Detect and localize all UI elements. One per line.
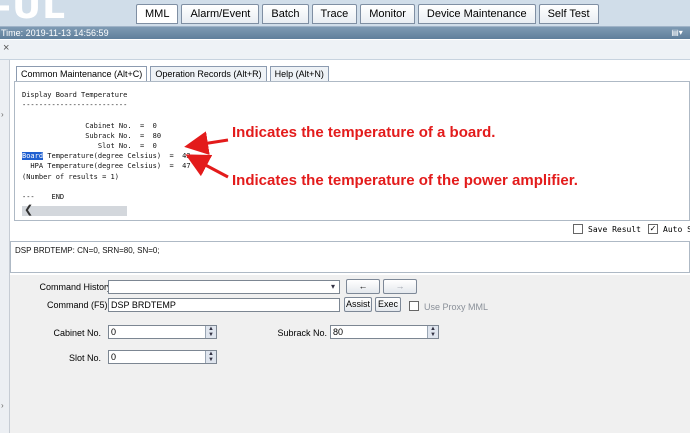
slot-label: Slot No. (68, 353, 101, 363)
spinner-icon[interactable]: ▲ ▼ (205, 326, 216, 338)
spinner-icon[interactable]: ▲ ▼ (427, 326, 438, 338)
tab-monitor[interactable]: Monitor (360, 4, 415, 24)
assist-button[interactable]: Assist (344, 297, 372, 312)
time-bar: Time: 2019-11-13 14:56:59 ▤▾ (0, 27, 690, 39)
sub-tabs: Common Maintenance (Alt+C) Operation Rec… (16, 66, 329, 81)
spinner-icon[interactable]: ▲ ▼ (205, 351, 216, 363)
command-label: Command (F5): (46, 300, 110, 310)
auto-scroll-label: Auto Sc (663, 225, 690, 234)
main-tabs: MML Alarm/Event Batch Trace Monitor Devi… (136, 4, 599, 26)
time-text: Time: 2019-11-13 14:56:59 (1, 28, 109, 38)
output-subrack: Subrack No. = 80 (22, 131, 162, 140)
tab-common-maintenance[interactable]: Common Maintenance (Alt+C) (16, 66, 148, 81)
print-icon[interactable]: ▤▾ (670, 28, 684, 38)
output-board-selected: Board (22, 152, 44, 161)
output-slot: Slot No. = 0 (22, 142, 157, 151)
board-annotation: Indicates the temperature of a board. (232, 124, 496, 141)
subrack-label: Subrack No. (277, 328, 327, 338)
command-input[interactable]: DSP BRDTEMP (108, 298, 340, 312)
arrow-left-icon[interactable]: ❮ (24, 204, 33, 216)
exec-button[interactable]: Exec (375, 297, 401, 312)
top-toolbar: -UL MML Alarm/Event Batch Trace Monitor … (0, 0, 690, 27)
tab-operation-records[interactable]: Operation Records (Alt+R) (150, 66, 267, 81)
output-hpa-temp: HPA Temperature(degree Celsius) = 47 (22, 162, 191, 171)
horizontal-scrollbar[interactable] (22, 206, 127, 216)
chevron-down-icon[interactable]: ▾ (327, 281, 339, 293)
cabinet-label: Cabinet No. (53, 328, 101, 338)
tab-device-maintenance[interactable]: Device Maintenance (417, 4, 536, 24)
close-icon[interactable]: × (3, 42, 9, 54)
tab-trace[interactable]: Trace (311, 4, 358, 24)
app-logo: -UL (0, 0, 67, 27)
left-collapse-bar[interactable]: › › (0, 60, 10, 433)
history-back-button[interactable]: ← (346, 279, 380, 294)
chevron-icon[interactable]: › (1, 401, 4, 410)
history-select[interactable]: ▾ (108, 280, 340, 294)
chevron-icon[interactable]: › (1, 110, 4, 119)
slot-input[interactable]: 0 ▲ ▼ (108, 350, 217, 364)
tab-help[interactable]: Help (Alt+N) (269, 66, 329, 81)
output-cabinet: Cabinet No. = 0 (22, 121, 157, 130)
output-count: (Number of results = 1) (22, 172, 119, 181)
command-echo[interactable]: DSP BRDTEMP: CN=0, SRN=80, SN=0; (10, 241, 690, 273)
command-form: Command History: ▾ ← → Command (F5): DSP… (10, 275, 690, 433)
window-strip: × (0, 40, 690, 60)
save-result-label: Save Result (588, 225, 641, 234)
output-end: --- END (22, 193, 65, 202)
output-board-temp: Temperature(degree Celsius) = 43 (43, 152, 191, 161)
cabinet-input[interactable]: 0 ▲ ▼ (108, 325, 217, 339)
command-echo-text: DSP BRDTEMP: CN=0, SRN=80, SN=0; (15, 246, 160, 255)
tab-self-test[interactable]: Self Test (538, 4, 599, 24)
tab-alarm-event[interactable]: Alarm/Event (181, 4, 260, 24)
output-underline: ------------------------- (22, 101, 128, 110)
arrow-right-icon: → (395, 281, 405, 291)
arrow-left-icon: ← (358, 281, 368, 291)
use-proxy-label: Use Proxy MML (424, 302, 489, 312)
history-forward-button[interactable]: → (383, 279, 417, 294)
output-options: Save Result ✓ Auto Sc (14, 221, 690, 239)
output-title: Display Board Temperature (22, 91, 128, 99)
tab-mml[interactable]: MML (136, 4, 179, 24)
use-proxy-checkbox[interactable] (409, 301, 419, 311)
auto-scroll-checkbox[interactable]: ✓ (648, 224, 658, 234)
subrack-input[interactable]: 80 ▲ ▼ (330, 325, 439, 339)
save-result-checkbox[interactable] (573, 224, 583, 234)
history-label: Command History: (39, 282, 114, 292)
hpa-annotation: Indicates the temperature of the power a… (232, 172, 578, 189)
output-panel[interactable]: Display Board Temperature --------------… (14, 81, 690, 221)
tab-batch[interactable]: Batch (262, 4, 309, 24)
